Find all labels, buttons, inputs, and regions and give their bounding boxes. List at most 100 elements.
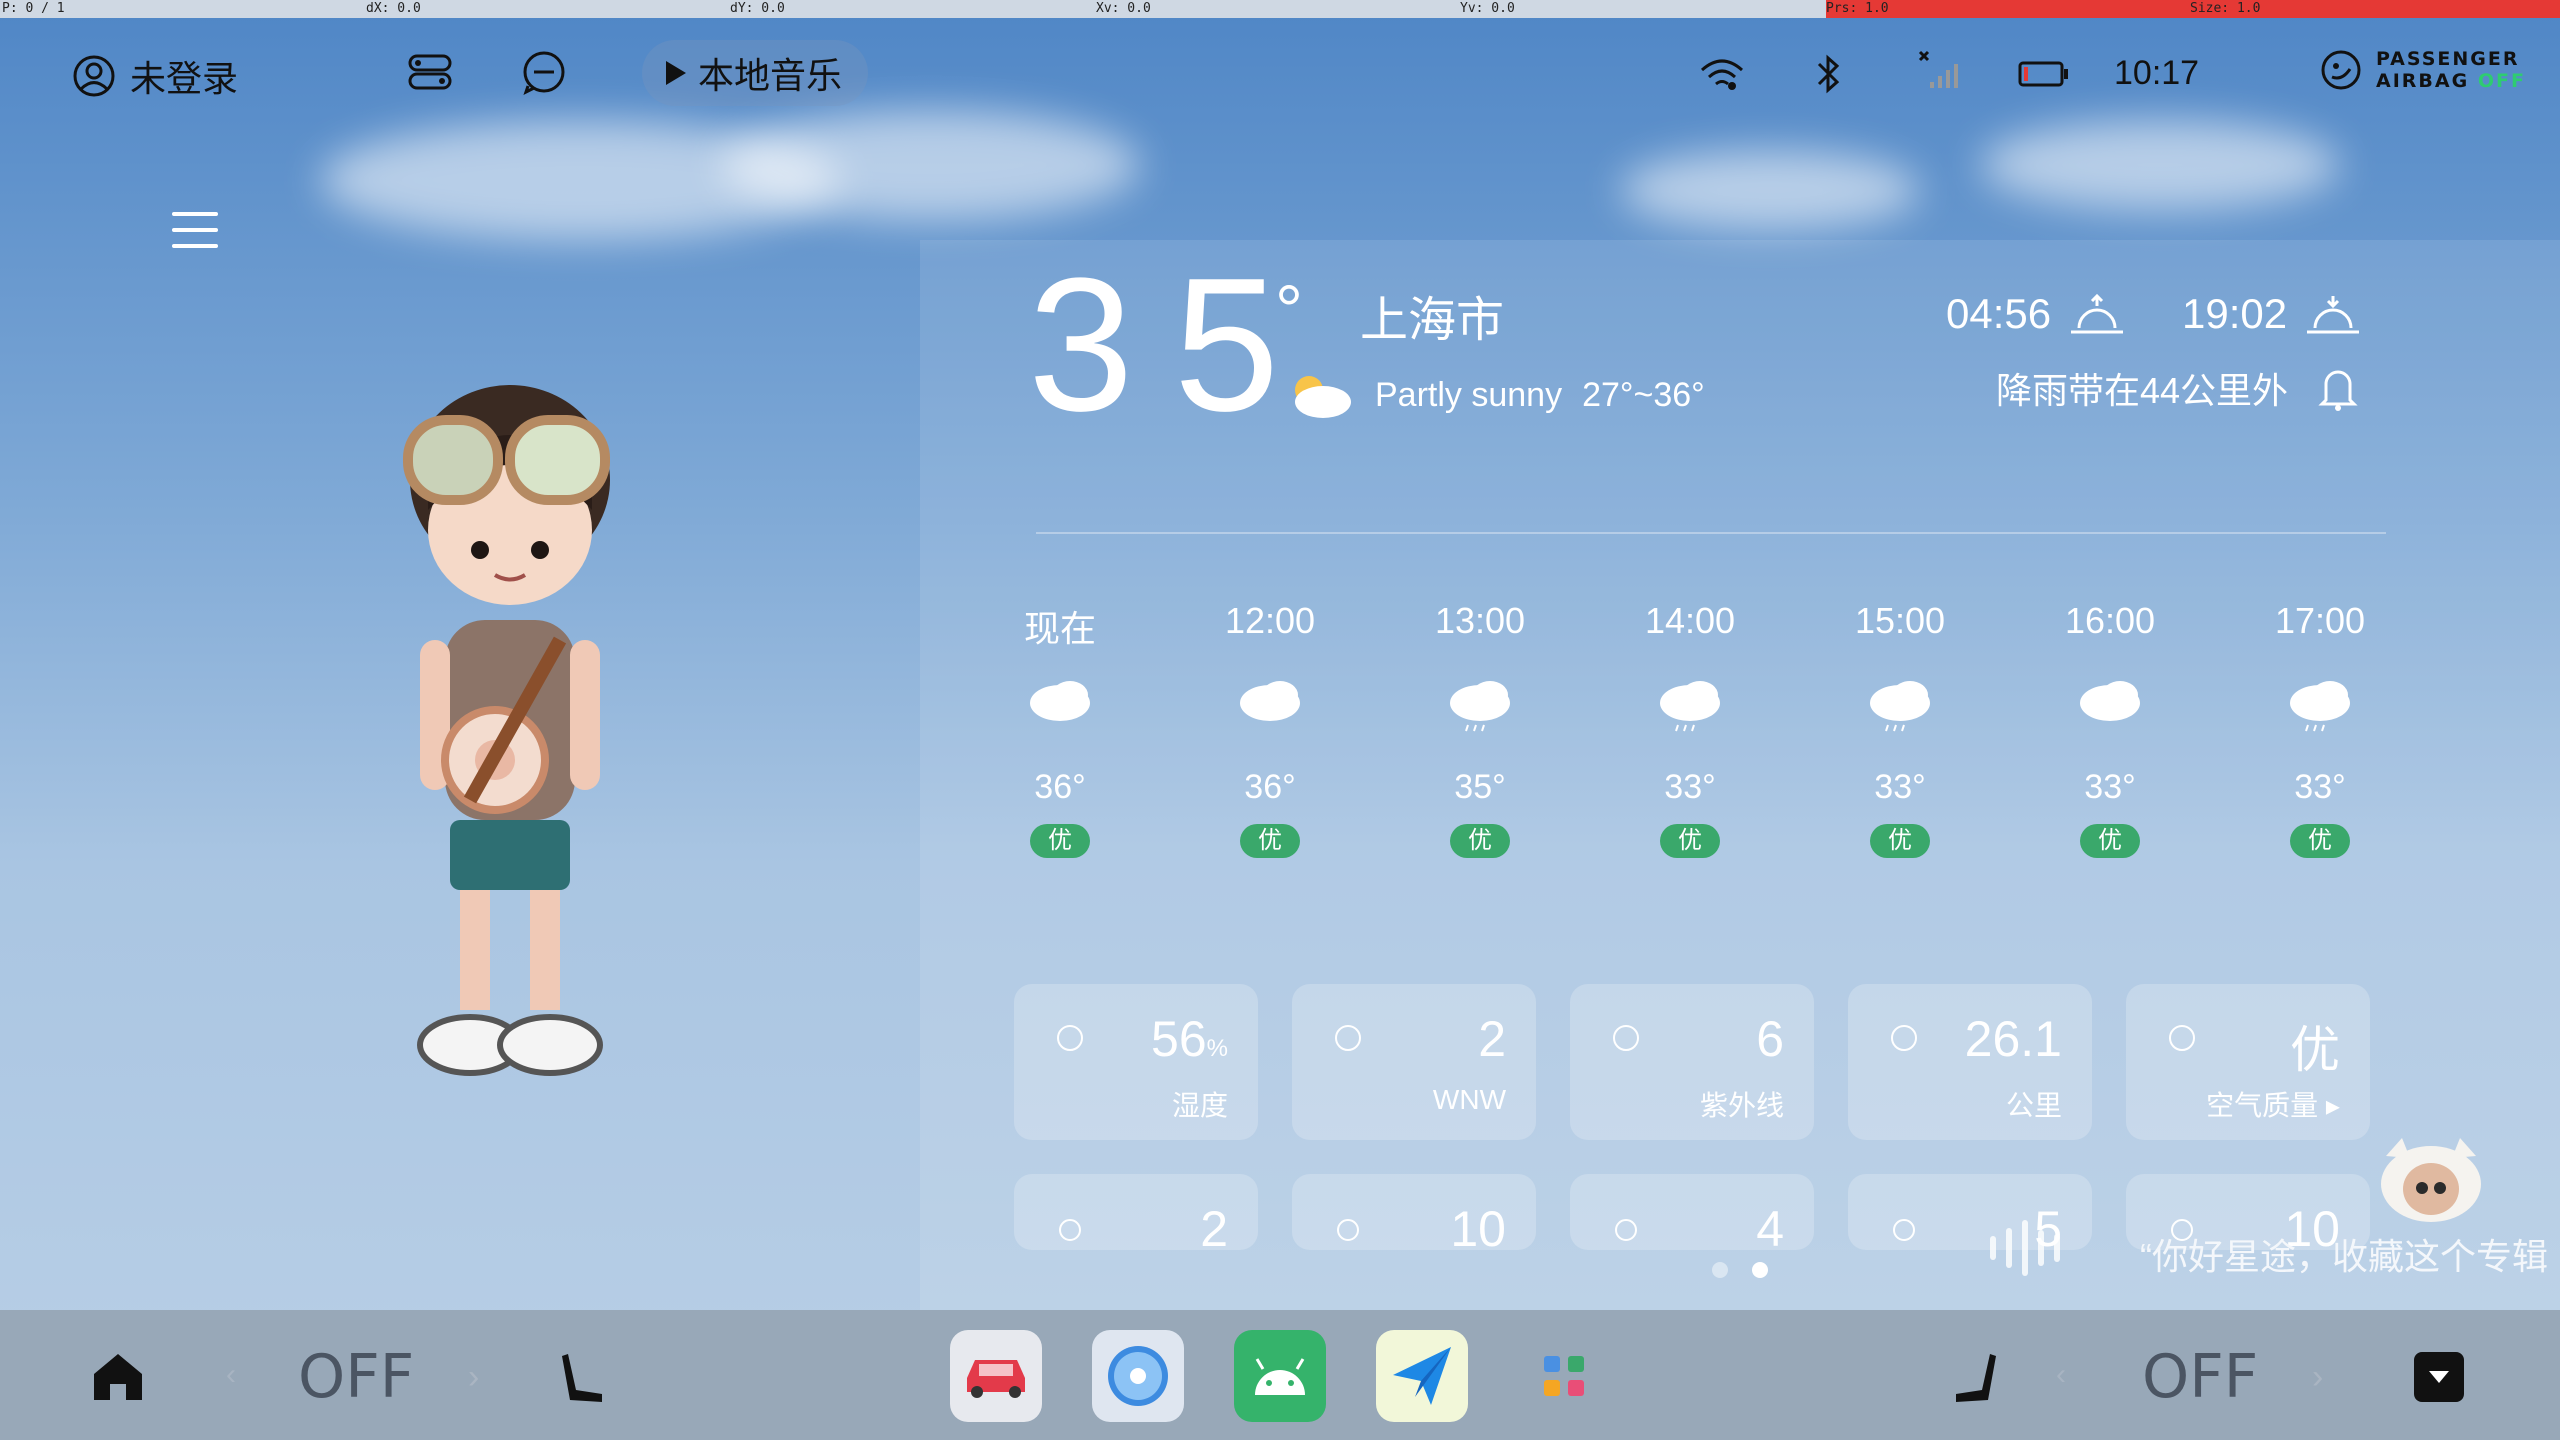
detail-card[interactable]: 56% 湿度 [1014,984,1258,1140]
seat-left-chevron-icon: ‹ [226,1358,236,1391]
user-login-button[interactable]: 未登录 [72,50,238,102]
app-navigation[interactable] [1376,1330,1468,1422]
cloud-icon [1200,650,1340,760]
android-icon [1255,1358,1305,1395]
message-button[interactable] [518,46,570,98]
wifi-status[interactable] [1696,48,1748,100]
app-music[interactable] [1092,1330,1184,1422]
app-vehicle[interactable] [950,1330,1042,1422]
detail-value: 优 [2290,1022,2340,1078]
rain-alert-text: 降雨带在44公里外 [1996,370,2289,411]
air-quality-badge: 优 [1450,824,1510,858]
detail-label: WNW [1432,1084,1506,1115]
hourly-forecast: 现在 36° 优 12:00 36° 优 13:00 35° 优 14:00 33° 优 15:00 33… [990,600,2390,920]
degree-symbol: ° [1275,271,1303,349]
seat-right-chevron-icon: ‹ [2056,1358,2066,1391]
air-quality-badge: 优 [1660,824,1720,858]
pill-icon [1606,1208,1646,1248]
detail-label: 空气质量 ▸ [2206,1090,2340,1121]
detail-card[interactable]: 4 [1570,1174,1814,1250]
wifi-icon [1700,59,1744,90]
condition-text: Partly sunny [1375,375,1563,414]
menu-icon[interactable] [172,212,218,252]
hour-time: 13:00 [1434,600,1526,641]
chevron-down-icon [2429,1371,2449,1383]
cloud-icon [990,650,1130,760]
toggle-cards-icon [408,54,452,90]
air-quality-badge: 优 [1870,824,1930,858]
hour-temperature: 33° [2294,768,2346,806]
bell-icon [2318,370,2358,411]
bluetooth-status[interactable] [1802,48,1854,100]
detail-card[interactable]: 2 [1014,1174,1258,1250]
cellular-status [1910,44,1962,96]
wind-icon [1328,1018,1368,1058]
drop-icon [1050,1208,1090,1248]
hour-item: 17:00 33° 优 [2250,600,2390,858]
play-icon [666,61,686,85]
collapse-dock-button[interactable] [2414,1352,2464,1402]
detail-card[interactable]: 6 紫外线 [1570,984,1814,1140]
bluetooth-icon [1817,54,1840,94]
debug-pointer: P: 0 / 1 [2,1,65,16]
hour-item: 15:00 33° 优 [1830,600,1970,858]
hour-item: 现在 36° 优 [990,600,1130,858]
local-music-button[interactable]: 本地音乐 [642,40,869,106]
divider [1036,532,2386,534]
hour-temperature: 36° [1244,768,1296,806]
airbag-icon [2321,50,2361,90]
battery-status [2018,48,2070,100]
hour-time: 现在 [1023,608,1096,649]
detail-card[interactable]: 26.1 公里 [1848,984,2092,1140]
detail-value: 56 [1151,1011,1207,1067]
thermometer-icon [1050,1018,1090,1058]
detail-value: 2 [1200,1201,1228,1250]
music-label: 本地音乐 [698,55,843,96]
sky-cloud [1980,120,2340,210]
detail-card[interactable]: 2 WNW [1292,984,1536,1140]
airbag-state: OFF [2477,70,2526,92]
detail-label: 公里 [2005,1090,2062,1121]
chevron-right-icon: › [468,1358,480,1396]
condition-row: Partly sunny 27°~36° [1285,370,1705,420]
home-icon[interactable] [90,1350,146,1402]
no-signal-icon [1918,50,1958,88]
air-quality-badge: 优 [1240,824,1300,858]
passenger-seat-icon[interactable] [1950,1350,2000,1406]
debug-prs: Prs: 1.0 [1826,1,1889,16]
hour-temperature: 33° [1664,768,1716,806]
city-name[interactable]: 上海市 [1360,280,1504,350]
status-bar: 未登录 本地音乐 10:17 PASSENGER AIRBAG OFF [0,18,2560,128]
debug-yv: Yv: 0.0 [1460,1,1515,16]
hour-time: 12:00 [1224,600,1316,641]
car-icon [967,1360,1025,1398]
detail-card[interactable]: 10 [1292,1174,1536,1250]
left-seat-heat-state[interactable]: OFF [298,1342,414,1412]
driver-seat-icon[interactable] [558,1350,608,1406]
app-drawer[interactable] [1518,1330,1610,1422]
avatar-character [403,385,610,1076]
cloud-icon [2040,650,2180,760]
chevron-right-icon: › [2312,1358,2324,1396]
page-dot-active [1752,1262,1768,1278]
detail-value: 6 [1756,1011,1784,1067]
fish-icon [1884,1208,1924,1248]
page-indicator [1712,1262,1768,1278]
detail-value: 4 [1756,1201,1784,1250]
sunrise-icon [2071,293,2124,334]
assistant-mascot[interactable] [2376,1134,2486,1224]
rain-alert[interactable]: 降雨带在44公里外 [1996,362,2358,414]
detail-value: 10 [1450,1201,1506,1250]
card-switch-button[interactable] [404,46,456,98]
sunset: 19:02 [2182,290,2361,338]
voice-assistant-text: “你好星途，收藏这个专辑 [2140,1236,2548,1277]
car-wash-icon [1328,1208,1368,1248]
rain-cloud-icon [1620,650,1760,760]
rain-cloud-icon [2250,650,2390,760]
right-seat-heat-state[interactable]: OFF [2142,1342,2258,1412]
app-android[interactable] [1234,1330,1326,1422]
debug-dy: dY: 0.0 [730,1,785,16]
detail-value: 2 [1478,1011,1506,1067]
hour-temperature: 35° [1454,768,1506,806]
detail-card[interactable]: 优空气质量 ▸ [2126,984,2370,1140]
